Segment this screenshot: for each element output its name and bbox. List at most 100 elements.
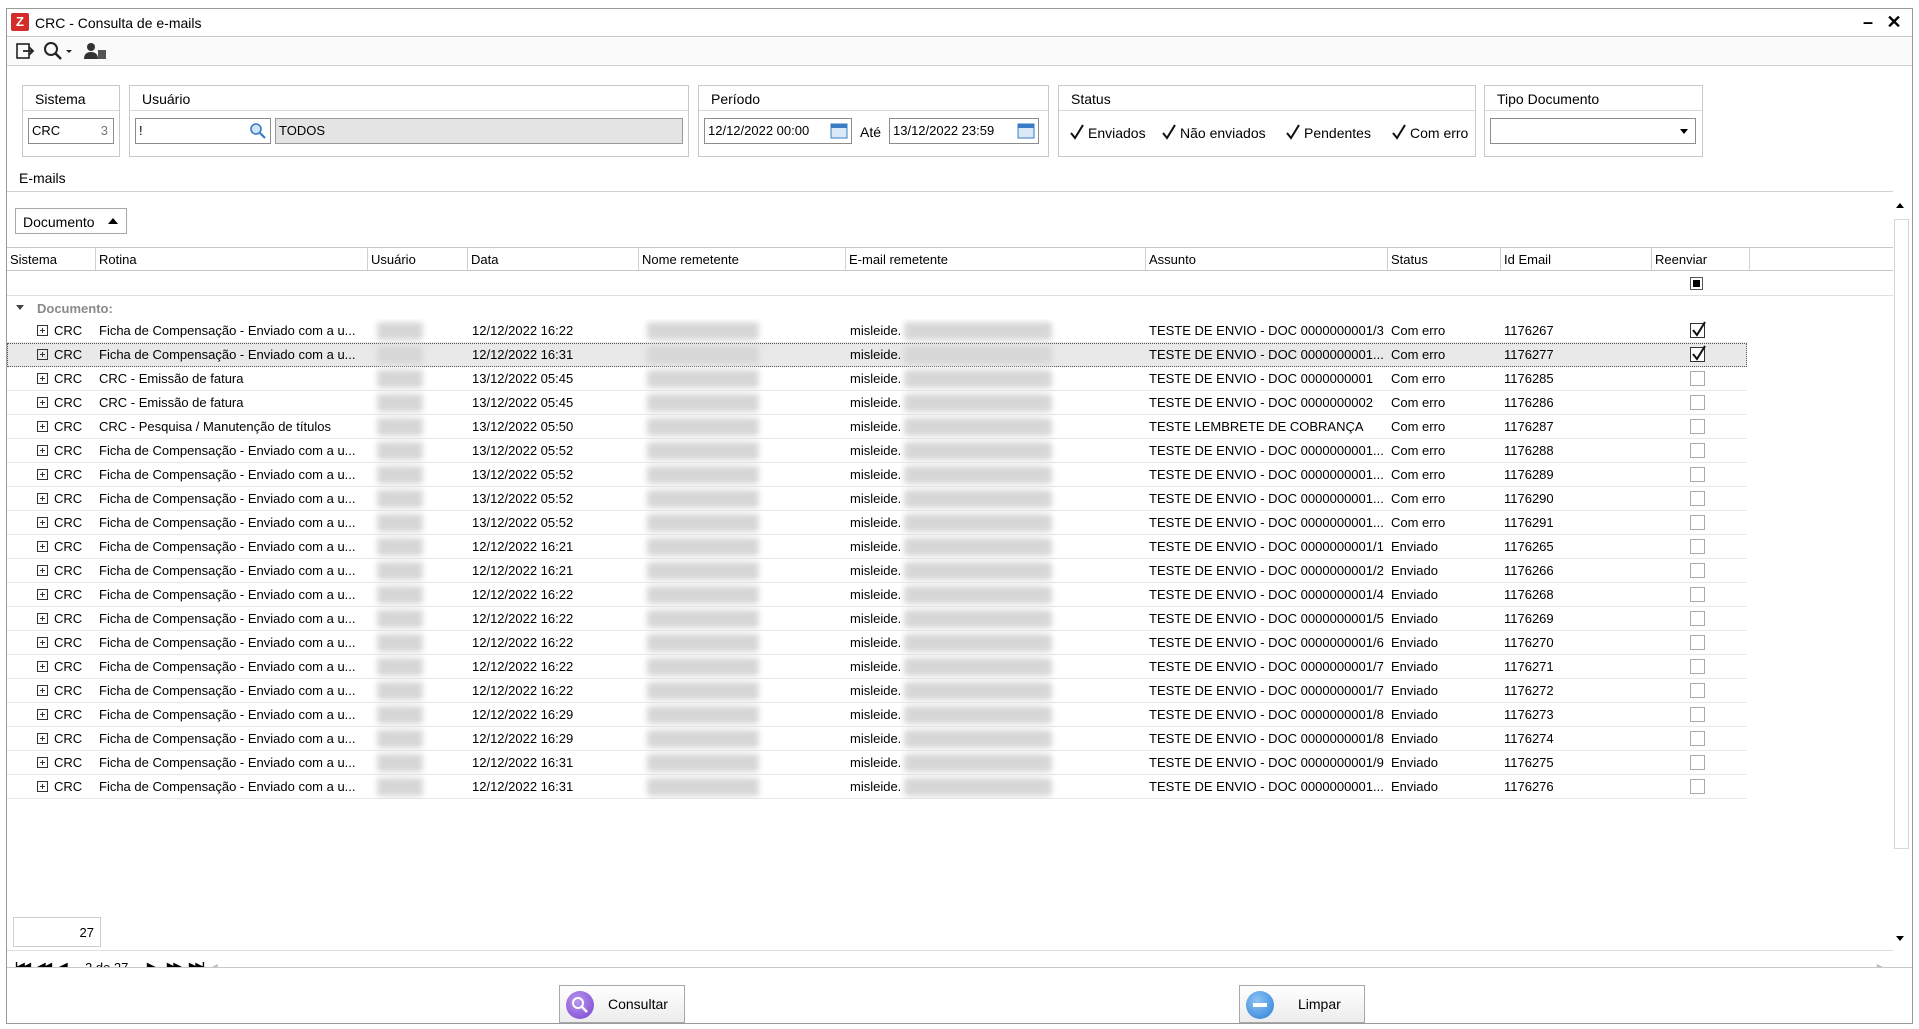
group-by-button[interactable]: Documento (15, 208, 127, 234)
expand-row-icon[interactable] (37, 397, 48, 408)
table-row[interactable]: CRC Ficha de Compensação - Enviado com a … (7, 727, 1747, 751)
status-nao-enviados-checkbox[interactable]: Não enviados (1161, 123, 1266, 143)
table-row[interactable]: CRC Ficha de Compensação - Enviado com a … (7, 583, 1747, 607)
reenviar-checkbox[interactable] (1690, 467, 1705, 482)
limpar-button[interactable]: Limpar (1239, 985, 1365, 1023)
table-row[interactable]: CRC Ficha de Compensação - Enviado com a … (7, 559, 1747, 583)
column-header-row: Sistema Rotina Usuário Data Nome remeten… (7, 247, 1893, 271)
table-row[interactable]: CRC Ficha de Compensação - Enviado com a … (7, 607, 1747, 631)
expand-row-icon[interactable] (37, 445, 48, 456)
reenviar-checkbox[interactable] (1690, 635, 1705, 650)
reenviar-checkbox[interactable] (1690, 371, 1705, 386)
expand-row-icon[interactable] (37, 541, 48, 552)
close-button[interactable]: ✕ (1882, 11, 1906, 33)
status-com-erro-checkbox[interactable]: Com erro (1391, 123, 1468, 143)
table-row[interactable]: CRC CRC - Pesquisa / Manutenção de título… (7, 415, 1747, 439)
column-header-usuario[interactable]: Usuário (368, 248, 468, 270)
expand-row-icon[interactable] (37, 661, 48, 672)
table-row[interactable]: CRC Ficha de Compensação - Enviado com a … (7, 703, 1747, 727)
expand-row-icon[interactable] (37, 565, 48, 576)
calendar-icon[interactable] (830, 123, 848, 139)
column-header-reenviar[interactable]: Reenviar (1652, 248, 1750, 270)
scroll-down-icon[interactable] (1896, 936, 1904, 941)
table-row[interactable]: CRC Ficha de Compensação - Enviado com a … (7, 679, 1747, 703)
group-row-documento[interactable]: Documento: (7, 297, 1893, 319)
vertical-scrollbar[interactable] (1891, 191, 1912, 941)
table-row[interactable]: CRC CRC - Emissão de fatura 13/12/2022 05:… (7, 367, 1747, 391)
column-header-data[interactable]: Data (468, 248, 639, 270)
reenviar-checkbox[interactable] (1690, 345, 1706, 362)
scroll-up-icon[interactable] (1896, 203, 1904, 208)
reenviar-checkbox[interactable] (1690, 755, 1705, 770)
expand-row-icon[interactable] (37, 517, 48, 528)
column-header-nome-remetente[interactable]: Nome remetente (639, 248, 846, 270)
expand-row-icon[interactable] (37, 733, 48, 744)
column-header-assunto[interactable]: Assunto (1146, 248, 1388, 270)
table-row[interactable]: CRC Ficha de Compensação - Enviado com a … (7, 535, 1747, 559)
table-row[interactable]: CRC CRC - Emissão de fatura 13/12/2022 05:… (7, 391, 1747, 415)
consultar-button[interactable]: Consultar (559, 985, 685, 1023)
collapse-triangle-icon[interactable] (16, 305, 24, 310)
expand-row-icon[interactable] (37, 493, 48, 504)
status-enviados-checkbox[interactable]: Enviados (1069, 123, 1146, 143)
table-row[interactable]: CRC Ficha de Compensação - Enviado com a … (7, 751, 1747, 775)
reenviar-checkbox[interactable] (1690, 731, 1705, 746)
minimize-button[interactable]: – (1856, 11, 1880, 33)
reenviar-checkbox[interactable] (1690, 611, 1705, 626)
reenviar-checkbox[interactable] (1690, 563, 1705, 578)
column-header-id-email[interactable]: Id Email (1501, 248, 1652, 270)
status-pendentes-checkbox[interactable]: Pendentes (1285, 123, 1371, 143)
table-row[interactable]: CRC Ficha de Compensação - Enviado com a … (7, 439, 1747, 463)
expand-row-icon[interactable] (37, 709, 48, 720)
table-row[interactable]: CRC Ficha de Compensação - Enviado com a … (7, 343, 1747, 367)
expand-row-icon[interactable] (37, 469, 48, 480)
scrollbar-thumb[interactable] (1894, 219, 1909, 849)
reenviar-checkbox[interactable] (1690, 491, 1705, 506)
tipo-documento-select[interactable] (1490, 118, 1696, 144)
expand-row-icon[interactable] (37, 421, 48, 432)
table-row[interactable]: CRC Ficha de Compensação - Enviado com a … (7, 655, 1747, 679)
periodo-to-input[interactable]: 13/12/2022 23:59 (889, 118, 1039, 144)
usuario-input[interactable]: ! (135, 118, 271, 144)
table-row[interactable]: CRC Ficha de Compensação - Enviado com a … (7, 487, 1747, 511)
column-header-rotina[interactable]: Rotina (96, 248, 368, 270)
users-button[interactable] (83, 41, 107, 63)
table-row[interactable]: CRC Ficha de Compensação - Enviado com a … (7, 631, 1747, 655)
expand-row-icon[interactable] (37, 685, 48, 696)
calendar-icon[interactable] (1017, 123, 1035, 139)
expand-row-icon[interactable] (37, 637, 48, 648)
reenviar-checkbox[interactable] (1690, 683, 1705, 698)
reenviar-checkbox[interactable] (1690, 443, 1705, 458)
reenviar-checkbox[interactable] (1690, 419, 1705, 434)
table-row[interactable]: CRC Ficha de Compensação - Enviado com a … (7, 319, 1747, 343)
expand-row-icon[interactable] (37, 325, 48, 336)
reenviar-checkbox[interactable] (1690, 321, 1706, 338)
expand-row-icon[interactable] (37, 781, 48, 792)
reenviar-checkbox[interactable] (1690, 659, 1705, 674)
reenviar-checkbox[interactable] (1690, 539, 1705, 554)
search-menu-button[interactable] (43, 41, 75, 63)
column-header-status[interactable]: Status (1388, 248, 1501, 270)
expand-row-icon[interactable] (37, 349, 48, 360)
reenviar-checkbox[interactable] (1690, 587, 1705, 602)
table-row[interactable]: CRC Ficha de Compensação - Enviado com a … (7, 775, 1747, 799)
status-enviados-label: Enviados (1088, 125, 1146, 141)
expand-row-icon[interactable] (37, 373, 48, 384)
reenviar-checkbox[interactable] (1690, 707, 1705, 722)
column-header-email-remetente[interactable]: E-mail remetente (846, 248, 1146, 270)
table-row[interactable]: CRC Ficha de Compensação - Enviado com a … (7, 511, 1747, 535)
exit-button[interactable] (15, 41, 35, 63)
sistema-input[interactable]: CRC 3 (28, 118, 114, 144)
expand-row-icon[interactable] (37, 757, 48, 768)
periodo-from-input[interactable]: 12/12/2022 00:00 (704, 118, 852, 144)
reenviar-checkbox[interactable] (1690, 515, 1705, 530)
reenviar-checkbox[interactable] (1690, 395, 1705, 410)
search-icon[interactable] (249, 122, 267, 140)
redacted-usuario (377, 322, 423, 340)
reenviar-checkbox[interactable] (1690, 779, 1705, 794)
expand-row-icon[interactable] (37, 589, 48, 600)
expand-row-icon[interactable] (37, 613, 48, 624)
table-row[interactable]: CRC Ficha de Compensação - Enviado com a … (7, 463, 1747, 487)
column-header-sistema[interactable]: Sistema (7, 248, 96, 270)
select-all-reenviar-checkbox[interactable] (1690, 277, 1703, 290)
